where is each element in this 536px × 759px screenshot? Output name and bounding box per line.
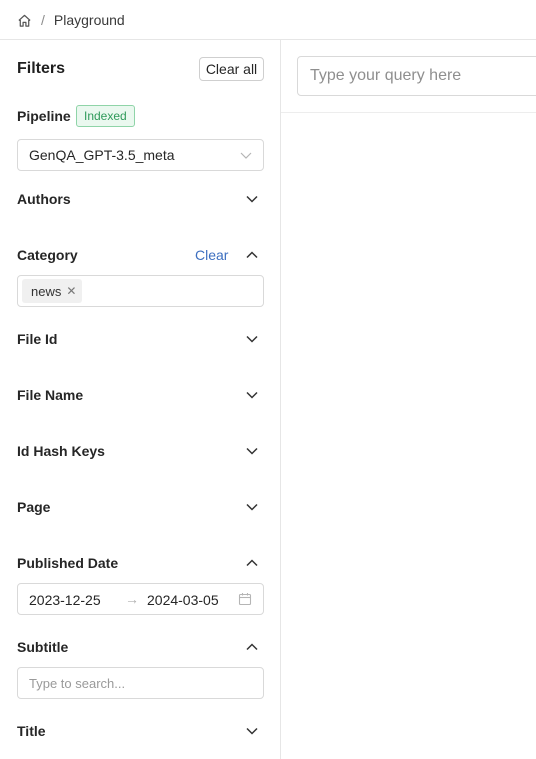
close-icon[interactable]: ✕: [66, 284, 76, 298]
arrow-right-icon: →: [125, 591, 139, 607]
top-bar: / Playground: [0, 0, 536, 40]
subtitle-chevron-up-icon[interactable]: [244, 639, 260, 655]
title-filter-label: Title: [17, 723, 46, 739]
clear-all-button[interactable]: Clear all: [199, 57, 264, 81]
file-name-label: File Name: [17, 387, 84, 403]
title-chevron-down-icon[interactable]: [244, 723, 260, 739]
subtitle-label: Subtitle: [17, 639, 69, 655]
file-id-label: File Id: [17, 331, 58, 347]
date-range-picker[interactable]: 2023-12-25 → 2024-03-05: [17, 583, 264, 615]
breadcrumb-current: Playground: [53, 12, 125, 28]
chevron-down-icon: [239, 148, 253, 162]
subtitle-search-input[interactable]: [17, 667, 264, 699]
filters-sidebar: Filters Clear all Pipeline Indexed GenQA…: [0, 40, 281, 759]
home-icon[interactable]: [17, 13, 32, 28]
id-hash-keys-chevron-down-icon[interactable]: [244, 443, 260, 459]
breadcrumb-separator: /: [41, 12, 45, 28]
category-label: Category: [17, 247, 78, 263]
indexed-badge: Indexed: [76, 105, 135, 127]
file-id-chevron-down-icon[interactable]: [244, 331, 260, 347]
published-date-label: Published Date: [17, 555, 119, 571]
page-label: Page: [17, 499, 51, 515]
category-tag-label: news: [31, 283, 62, 299]
category-tag: news ✕: [22, 279, 83, 303]
main-panel: [281, 40, 536, 759]
category-clear-link[interactable]: Clear: [195, 247, 228, 263]
pipeline-select[interactable]: GenQA_GPT-3.5_meta: [17, 139, 264, 171]
date-range-start[interactable]: 2023-12-25: [29, 592, 101, 608]
category-tag-input[interactable]: news ✕: [17, 275, 264, 307]
id-hash-keys-label: Id Hash Keys: [17, 443, 105, 459]
calendar-icon: [238, 592, 252, 606]
authors-label: Authors: [17, 191, 71, 207]
page-chevron-down-icon[interactable]: [244, 499, 260, 515]
query-bar: [281, 40, 536, 113]
published-date-chevron-up-icon[interactable]: [244, 555, 260, 571]
category-chevron-up-icon[interactable]: [244, 247, 260, 263]
pipeline-selected-value: GenQA_GPT-3.5_meta: [29, 147, 175, 163]
breadcrumb: / Playground: [17, 10, 125, 30]
filters-title: Filters: [17, 60, 66, 77]
pipeline-label: Pipeline: [17, 108, 71, 124]
query-input[interactable]: [297, 56, 536, 96]
date-range-end[interactable]: 2024-03-05: [147, 592, 219, 608]
authors-chevron-down-icon[interactable]: [244, 191, 260, 207]
file-name-chevron-down-icon[interactable]: [244, 387, 260, 403]
